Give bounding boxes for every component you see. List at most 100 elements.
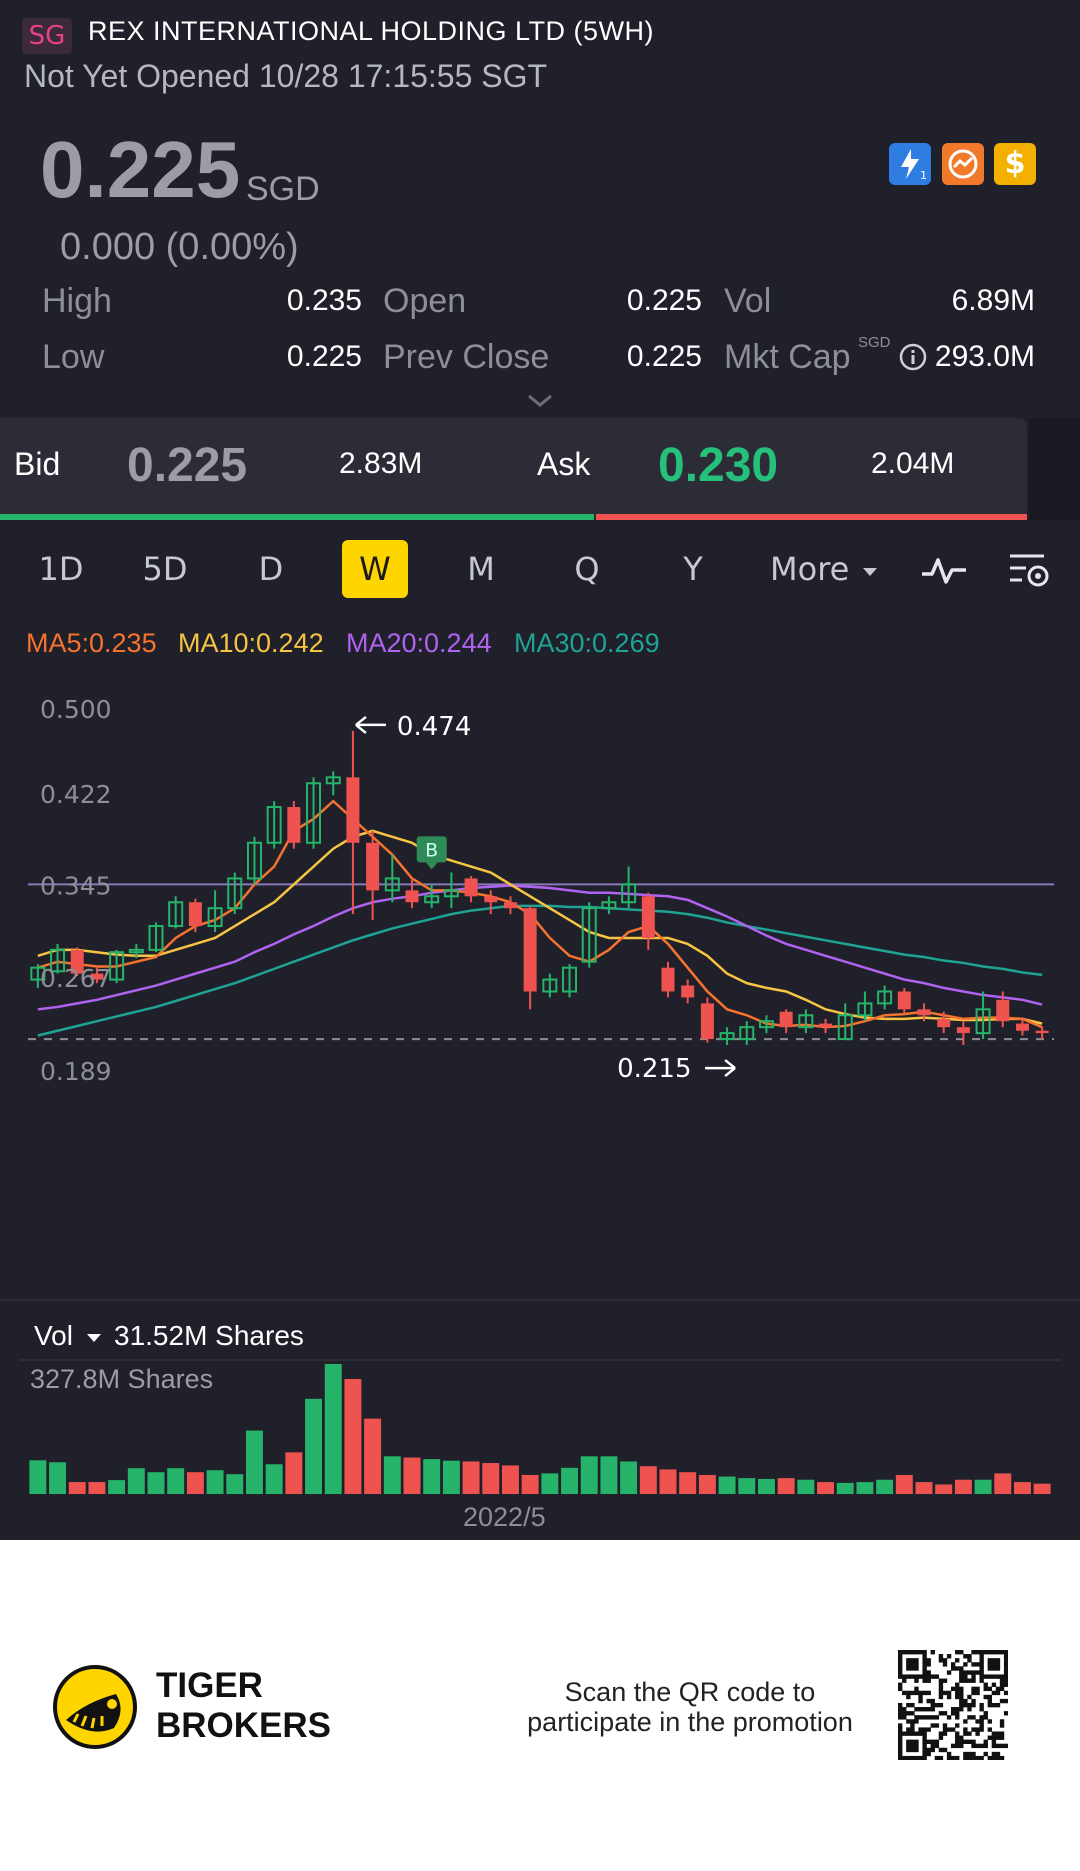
orange-chart-icon[interactable]	[942, 143, 984, 185]
qr-module	[902, 1674, 907, 1679]
qr-module	[975, 1727, 980, 1732]
qr-module	[918, 1755, 923, 1760]
qr-module	[1003, 1654, 1008, 1659]
candle	[246, 836, 262, 885]
candle	[523, 905, 537, 1010]
qr-module	[983, 1686, 988, 1692]
qr-module	[987, 1735, 993, 1740]
qr-module	[971, 1751, 976, 1757]
qr-module	[930, 1674, 935, 1679]
qr-module	[967, 1731, 972, 1736]
qr-module	[922, 1678, 927, 1683]
volume-bar	[876, 1479, 894, 1494]
qr-module	[971, 1678, 976, 1683]
chart-settings-icon[interactable]	[1006, 550, 1052, 592]
ma20-legend: MA20:0.244	[346, 628, 492, 658]
candle	[325, 771, 341, 796]
qr-module	[926, 1707, 931, 1712]
vol-value: 6.89M	[951, 284, 1035, 317]
y-tick-label: 0.267	[40, 964, 112, 993]
qr-module	[987, 1662, 993, 1667]
stock-title: REX INTERNATIONAL HOLDING LTD (5WH)	[88, 16, 655, 46]
qr-module	[979, 1662, 984, 1667]
qr-module	[910, 1731, 915, 1736]
tab-m[interactable]: M	[450, 540, 512, 598]
qr-module	[999, 1735, 1005, 1740]
qr-module	[1003, 1674, 1008, 1679]
tab-w[interactable]: W	[342, 540, 408, 598]
qr-module	[942, 1723, 948, 1728]
qr-module	[995, 1731, 1001, 1736]
qr-module	[971, 1690, 976, 1696]
candle	[719, 1027, 735, 1046]
qr-module	[922, 1751, 927, 1757]
qr-module	[987, 1694, 993, 1700]
qr-module	[995, 1743, 1001, 1749]
volume-bar	[1013, 1482, 1031, 1494]
open-label: Open	[383, 282, 467, 320]
qr-module	[914, 1662, 919, 1667]
tab-more[interactable]: More	[770, 540, 856, 598]
tab-d[interactable]: D	[240, 540, 302, 598]
qr-module	[999, 1698, 1005, 1704]
qr-module	[991, 1755, 997, 1760]
qr-module	[942, 1711, 948, 1716]
qr-module	[967, 1678, 972, 1683]
qr-module	[898, 1707, 903, 1712]
qr-module	[955, 1711, 960, 1716]
qr-module	[926, 1698, 931, 1704]
tab-y[interactable]: Y	[662, 540, 724, 598]
tab-1d[interactable]: 1D	[30, 540, 92, 598]
candle-body	[366, 842, 380, 891]
bid-label: Bid	[14, 446, 61, 482]
candlestick-chart[interactable]: 0.500 0.422 0.345 0.267 0.189 0.474 0.215 B	[0, 670, 1080, 1310]
volume-bar	[561, 1467, 579, 1494]
candle	[168, 896, 184, 929]
qr-module	[995, 1666, 1001, 1671]
qr-module	[930, 1702, 935, 1708]
volume-bar	[29, 1460, 47, 1494]
qr-module	[946, 1755, 952, 1760]
qr-module	[983, 1743, 988, 1749]
qr-module	[922, 1666, 927, 1671]
qr-module	[902, 1707, 907, 1712]
qr-module	[955, 1735, 960, 1740]
qr-module	[918, 1650, 923, 1655]
candle	[956, 1021, 970, 1046]
qr-module	[930, 1698, 935, 1704]
qr-module	[963, 1678, 968, 1683]
qr-module	[942, 1690, 948, 1696]
qr-module	[955, 1658, 960, 1663]
qr-module	[922, 1650, 927, 1655]
qr-code[interactable]	[898, 1650, 1008, 1760]
qr-module	[914, 1658, 919, 1663]
tab-5d[interactable]: 5D	[134, 540, 196, 598]
qr-module	[1003, 1662, 1008, 1667]
qr-module	[926, 1751, 931, 1757]
qr-module	[959, 1686, 964, 1692]
qr-module	[983, 1674, 988, 1679]
qr-module	[946, 1670, 952, 1675]
dollar-icon[interactable]: $	[994, 143, 1036, 185]
qr-module	[930, 1650, 935, 1655]
qr-module	[959, 1735, 964, 1740]
volume-bar	[738, 1478, 756, 1494]
volume-bar	[442, 1460, 460, 1494]
more-dropdown-icon[interactable]	[862, 563, 878, 576]
qr-module	[1003, 1690, 1008, 1696]
qr-module	[1003, 1666, 1008, 1671]
qr-module	[898, 1650, 903, 1655]
qr-module	[910, 1755, 915, 1760]
expand-chevron-icon[interactable]	[525, 392, 555, 410]
indicator-wave-icon[interactable]	[920, 552, 968, 588]
tab-q[interactable]: Q	[556, 540, 618, 598]
prev-close-value: 0.225	[626, 340, 702, 373]
y-tick-label: 0.422	[40, 780, 112, 809]
info-icon[interactable]	[899, 343, 927, 371]
mkt-cap-label: Mkt Cap	[724, 338, 851, 376]
qr-module	[999, 1755, 1005, 1760]
qr-module	[955, 1731, 960, 1736]
lightning-level1-icon[interactable]: 1	[889, 143, 931, 185]
qr-module	[938, 1658, 944, 1663]
qr-module	[983, 1682, 988, 1687]
